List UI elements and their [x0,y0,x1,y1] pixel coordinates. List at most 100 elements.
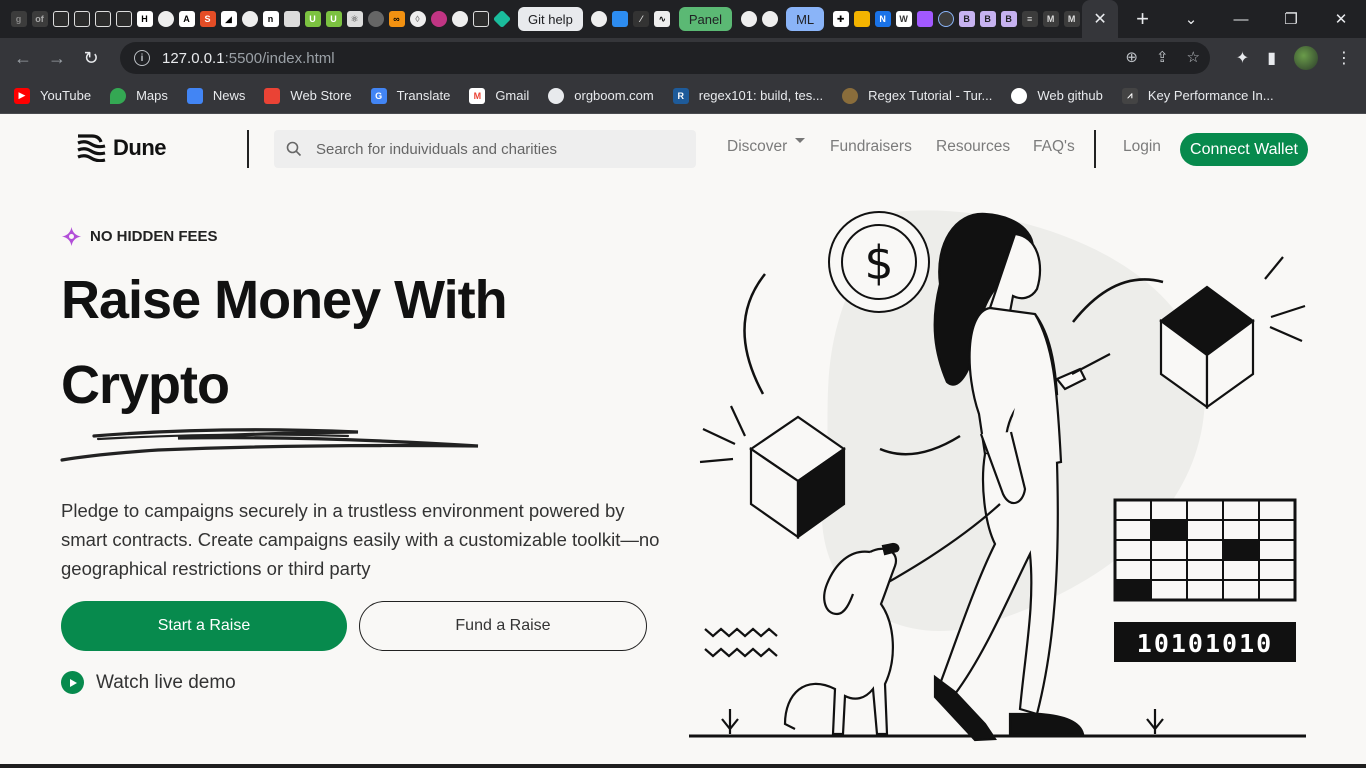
bookmark-web-store[interactable]: Web Store [264,87,352,104]
github-icon[interactable] [52,11,69,27]
bookmark-gmail[interactable]: M Gmail [469,87,529,104]
url-path: :5500/index.html [224,49,335,67]
hero-title-line2: Crypto [61,355,230,415]
share-icon[interactable]: ⇪ [1156,48,1169,66]
fund-raise-button[interactable]: Fund a Raise [359,601,647,651]
tab-favicon[interactable]: ✚ [832,11,849,27]
bookmark-translate[interactable]: G Translate [370,87,450,104]
bookmark-orgboom[interactable]: orgboom.com [548,87,654,104]
zoom-icon[interactable]: ⊕ [1125,48,1138,66]
tab-favicon[interactable]: ∿ [654,11,671,27]
nav-resources[interactable]: Resources [936,138,1010,156]
tab-favicon[interactable] [367,11,384,27]
globe-icon[interactable] [761,11,778,27]
tab-favicon[interactable]: B [979,11,996,27]
menu-icon[interactable]: ⋮ [1336,48,1352,68]
tab-favicon[interactable]: A [178,11,195,27]
tab-favicon[interactable]: N [874,11,891,27]
tab-favicon[interactable]: g [10,11,27,27]
extensions-icon[interactable]: ✦ [1236,48,1249,68]
forward-icon[interactable]: → [40,48,74,69]
address-bar[interactable]: i 127.0.0.1:5500/index.html ⊕ ⇪ ☆ [120,42,1210,74]
bookmark-star-icon[interactable]: ☆ [1187,48,1200,66]
tab-favicon[interactable] [937,11,954,27]
tab-favicon[interactable]: of [31,11,48,27]
tab-favicon[interactable]: U [304,11,321,27]
site-info-icon[interactable]: i [134,50,150,66]
active-tab-close-icon[interactable]: ✕ [1082,0,1119,38]
watch-demo-link[interactable]: Watch live demo [61,671,236,694]
dune-logo-icon [77,134,106,162]
search-input[interactable]: Search for induividuals and charities [274,130,696,168]
scribble-underline [60,428,479,462]
minimize-icon[interactable]: — [1216,11,1266,28]
side-panel-icon[interactable]: ▮ [1267,48,1276,68]
tab-favicon[interactable]: ⚛ [346,11,363,27]
page-content: Dune Search for induividuals and chariti… [0,114,1366,768]
close-window-icon[interactable]: ✕ [1316,10,1366,28]
tab-favicon[interactable] [283,11,300,27]
dog-figure [783,542,900,736]
tab-favicon[interactable] [492,9,511,29]
bookmark-regex-tutorial[interactable]: Regex Tutorial - Tur... [842,87,992,104]
github-icon[interactable] [73,11,90,27]
tab-group-panel[interactable]: Panel [678,7,733,31]
globe-icon[interactable] [157,11,174,27]
github-icon[interactable] [115,11,132,27]
site-logo[interactable]: Dune [77,134,167,162]
bookmark-news[interactable]: News [186,87,245,104]
tab-search-icon[interactable]: ⌄ [1166,10,1216,28]
chart-icon: ⩘ [1121,87,1138,104]
globe-icon[interactable] [451,11,468,27]
globe-icon[interactable] [241,11,258,27]
tab-favicon[interactable]: ∞ [388,11,405,27]
tab-favicon[interactable]: ≡ [1021,11,1038,27]
tab-favicon[interactable]: B [958,11,975,27]
globe-icon[interactable] [740,11,757,27]
tab-favicon[interactable]: ◢ [220,11,237,27]
new-tab-icon[interactable]: + [1136,6,1149,32]
bookmark-web-github[interactable]: Web github [1011,87,1103,104]
tab-favicon[interactable]: n [262,11,279,27]
tab-favicon[interactable]: W [895,11,912,27]
restore-icon[interactable]: ❐ [1266,10,1316,28]
right-cube-icon [1159,256,1306,410]
tab-favicon[interactable]: M [1042,11,1059,27]
play-icon [61,671,84,694]
hero-title-line1: Raise Money With [61,270,508,330]
tab-favicon[interactable]: ⁄ [633,11,650,27]
tab-group-ml[interactable]: ML [786,7,825,31]
tab-favicon[interactable]: B [1000,11,1017,27]
globe-icon[interactable] [591,11,608,27]
tab-favicon[interactable]: ◊ [409,11,426,27]
login-link[interactable]: Login [1123,138,1161,156]
tab-favicon[interactable]: H [136,11,153,27]
news-icon [186,87,203,104]
tab-favicon[interactable] [853,11,870,27]
url-host: 127.0.0.1 [162,49,225,67]
globe-icon [548,87,565,104]
tab-favicon[interactable]: S [199,11,216,27]
nav-discover[interactable]: Discover [727,138,806,156]
bookmark-regex101[interactable]: Rregex101: build, tes... [672,87,823,104]
nav-fundraisers[interactable]: Fundraisers [830,138,912,156]
browser-toolbar: ← → ↻ i 127.0.0.1:5500/index.html ⊕ ⇪ ☆ … [0,38,1366,78]
figma-icon[interactable] [916,11,933,27]
bookmark-maps[interactable]: Maps [110,87,168,104]
bookmark-youtube[interactable]: ▶ YouTube [14,87,91,104]
zigzag-decoration [704,647,778,658]
reload-icon[interactable]: ↻ [74,48,108,69]
connect-wallet-button[interactable]: Connect Wallet [1180,133,1308,166]
tab-favicon[interactable]: U [325,11,342,27]
github-icon[interactable] [472,11,489,27]
nav-faqs[interactable]: FAQ's [1033,138,1075,156]
tab-favicon[interactable]: M [1063,11,1080,27]
tab-favicon[interactable] [612,11,629,27]
start-raise-button[interactable]: Start a Raise [61,601,347,651]
back-icon[interactable]: ← [6,48,40,69]
github-icon[interactable] [94,11,111,27]
tab-favicon[interactable] [430,11,447,27]
bookmark-kpi[interactable]: ⩘ Key Performance In... [1121,87,1274,104]
tab-group-git-help[interactable]: Git help [518,7,583,31]
profile-avatar[interactable] [1294,46,1318,70]
